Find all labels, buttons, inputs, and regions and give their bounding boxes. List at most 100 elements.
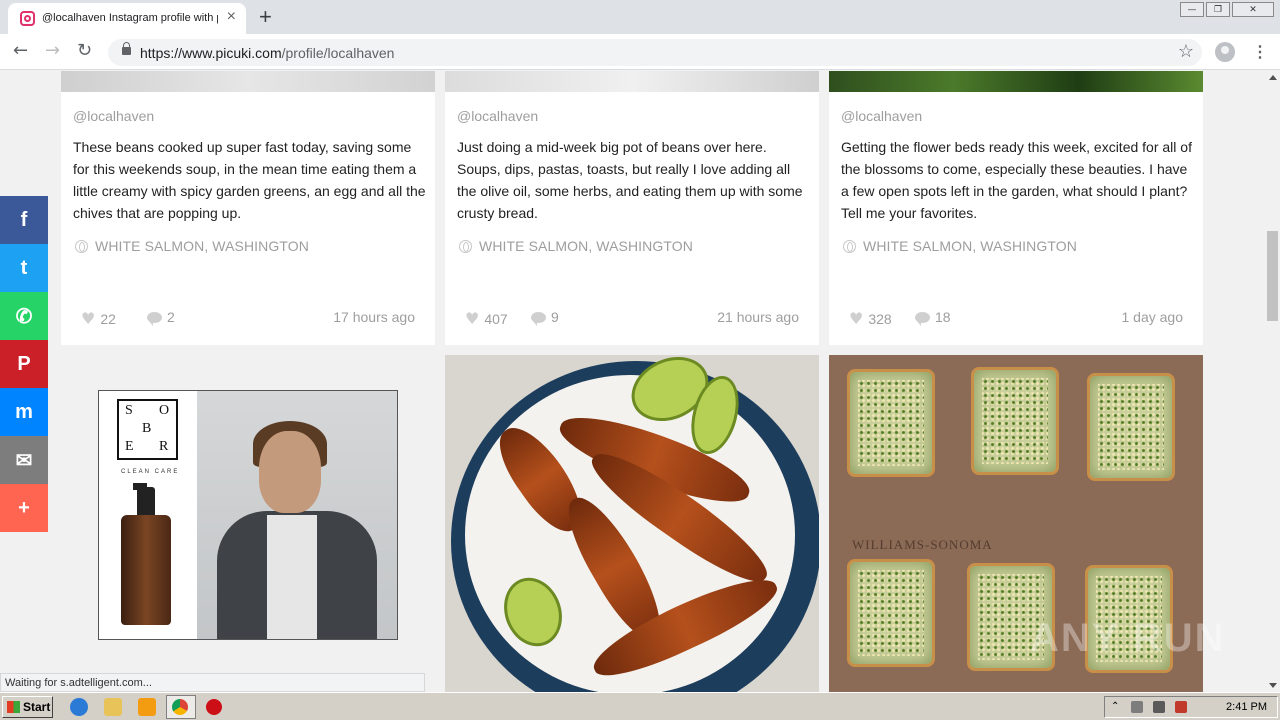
folder-icon[interactable] <box>104 698 122 716</box>
scroll-thumb[interactable] <box>1267 231 1278 321</box>
bread-slice <box>847 369 935 477</box>
product-bottle <box>121 515 171 625</box>
likes-value: 407 <box>484 310 508 327</box>
post-image[interactable] <box>61 71 435 92</box>
share-twitter-button[interactable]: t <box>0 244 48 292</box>
forward-button[interactable]: → <box>45 40 60 61</box>
likes-count: ♥ 328 <box>849 309 892 328</box>
post-image[interactable] <box>445 355 819 692</box>
ad-product-panel: S O B E R CLEAN CARE <box>99 391 197 639</box>
share-whatsapp-button[interactable]: ✆ <box>0 292 48 340</box>
share-facebook-button[interactable]: f <box>0 196 48 244</box>
comments-value: 2 <box>167 309 175 325</box>
post-caption: These beans cooked up super fast today, … <box>73 139 426 221</box>
system-tray: ⌃ 2:41 PM <box>1104 696 1278 718</box>
facebook-icon: f <box>20 208 28 231</box>
media-player-icon[interactable] <box>138 698 156 716</box>
flag-icon[interactable] <box>1175 701 1187 713</box>
brand-letter: O <box>159 403 170 418</box>
instagram-favicon-icon <box>20 11 35 26</box>
url-host: https://www.picuki.com <box>140 45 282 61</box>
brand-letter: E <box>125 439 134 454</box>
more-icon: + <box>18 496 30 519</box>
tab-title: @localhaven Instagram profile with p <box>42 12 218 24</box>
heart-icon: ♥ <box>849 309 864 328</box>
messenger-icon: m <box>15 400 33 423</box>
windows-logo-icon <box>7 701 20 713</box>
advertisement-banner[interactable]: S O B E R CLEAN CARE <box>98 390 398 640</box>
loading-status: Waiting for s.adtelligent.com... <box>0 673 425 692</box>
new-tab-button[interactable]: + <box>259 4 272 30</box>
share-messenger-button[interactable]: m <box>0 388 48 436</box>
post-caption: Just doing a mid-week big pot of beans o… <box>457 139 803 221</box>
browser-menu-icon[interactable]: ⋮ <box>1252 42 1268 62</box>
comments-count: 2 <box>147 309 175 326</box>
post-image[interactable] <box>829 71 1203 92</box>
bookmark-star-icon[interactable]: ☆ <box>1178 41 1194 62</box>
brand-letter: R <box>159 439 169 454</box>
tray-expand-icon[interactable]: ⌃ <box>1111 701 1123 713</box>
social-share-bar: f t ✆ Pm ✉ + <box>0 196 48 532</box>
post-time: 17 hours ago <box>333 309 415 325</box>
comments-count: 18 <box>915 309 951 326</box>
share-pinterest-button[interactable]: P <box>0 340 48 388</box>
browser-toolbar: ← → ↻ https://www.picuki.com/profile/loc… <box>0 34 1280 70</box>
page-scrollbar[interactable] <box>1265 71 1280 692</box>
minimize-button[interactable]: — <box>1180 2 1204 17</box>
twitter-icon: t <box>20 256 28 279</box>
comment-bubble-icon <box>147 311 162 326</box>
bread-slice <box>1087 373 1175 481</box>
profile-avatar-icon[interactable] <box>1215 42 1235 62</box>
scroll-down-arrow-icon[interactable] <box>1269 683 1277 688</box>
globe-icon <box>843 239 856 253</box>
chrome-icon <box>172 699 188 715</box>
post-location[interactable]: WHITE SALMON, WASHINGTON <box>843 238 1077 254</box>
likes-count: ♥ 22 <box>81 309 116 328</box>
ad-model-photo <box>197 391 397 639</box>
opera-icon[interactable] <box>206 699 222 715</box>
comment-bubble-icon <box>915 311 930 326</box>
lock-icon[interactable] <box>122 42 131 55</box>
pinterest-icon: P <box>17 352 31 375</box>
start-label: Start <box>23 700 51 714</box>
post-time: 21 hours ago <box>717 309 799 325</box>
browser-titlebar: @localhaven Instagram profile with p × +… <box>0 0 1280 34</box>
post-card: @localhaven Getting the flower beds read… <box>829 92 1203 345</box>
brand-logo: S O B E R <box>117 399 178 460</box>
reload-button[interactable]: ↻ <box>77 40 92 61</box>
brand-letter: S <box>125 403 133 418</box>
heart-icon: ♥ <box>465 309 480 328</box>
anyrun-watermark: ANY RUN <box>1030 616 1226 660</box>
scroll-up-arrow-icon[interactable] <box>1269 75 1277 80</box>
url-text[interactable]: https://www.picuki.com/profile/localhave… <box>140 45 394 61</box>
volume-icon[interactable] <box>1131 701 1143 713</box>
address-bar[interactable]: https://www.picuki.com/profile/localhave… <box>108 39 1202 66</box>
window-controls: — ❐ ✕ <box>1180 2 1274 17</box>
likes-value: 328 <box>868 310 892 327</box>
back-button[interactable]: ← <box>13 40 28 61</box>
browser-tab[interactable]: @localhaven Instagram profile with p × <box>8 3 246 34</box>
post-location[interactable]: WHITE SALMON, WASHINGTON <box>459 238 693 254</box>
restore-button[interactable]: ❐ <box>1206 2 1230 17</box>
network-icon[interactable] <box>1153 701 1165 713</box>
close-window-button[interactable]: ✕ <box>1232 2 1274 17</box>
post-location[interactable]: WHITE SALMON, WASHINGTON <box>75 238 309 254</box>
taskbar-clock: 2:41 PM <box>1226 701 1267 713</box>
globe-icon <box>459 239 472 253</box>
post-username[interactable]: @localhaven <box>457 108 538 124</box>
start-button[interactable]: Start <box>2 696 53 718</box>
likes-value: 22 <box>100 310 116 327</box>
share-email-button[interactable]: ✉ <box>0 436 48 484</box>
globe-icon <box>75 239 88 253</box>
post-username[interactable]: @localhaven <box>841 108 922 124</box>
comment-bubble-icon <box>531 311 546 326</box>
whatsapp-icon: ✆ <box>15 305 33 328</box>
comments-count: 9 <box>531 309 559 326</box>
bread-slice <box>971 367 1059 475</box>
internet-explorer-icon[interactable] <box>70 698 88 716</box>
post-image[interactable] <box>445 71 819 92</box>
post-username[interactable]: @localhaven <box>73 108 154 124</box>
share-more-button[interactable]: + <box>0 484 48 532</box>
email-icon: ✉ <box>15 449 33 472</box>
tab-close-icon[interactable]: × <box>227 8 236 26</box>
